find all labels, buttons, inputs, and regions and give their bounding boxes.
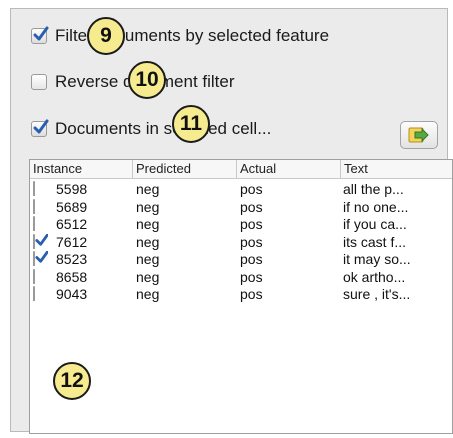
cell-predicted: neg: [136, 233, 160, 250]
table-row[interactable]: 5689 neg pos if no one...: [30, 198, 452, 216]
cell-actual: pos: [240, 198, 263, 215]
table-header: Instance Predicted Actual Text: [30, 160, 452, 179]
checkmark-icon: [33, 26, 49, 41]
checkmark-icon: [35, 233, 48, 246]
cell-instance: 5689: [56, 198, 88, 215]
cell-predicted: neg: [136, 198, 160, 215]
cell-text: all the p...: [343, 181, 404, 197]
cell-text: sure , it's...: [343, 286, 411, 302]
documents-table[interactable]: Instance Predicted Actual Text 5598 neg po…: [29, 159, 453, 434]
cell-actual: pos: [240, 286, 263, 302]
table-row[interactable]: 6512 neg pos if you ca...: [30, 215, 452, 233]
row-checkbox[interactable]: [33, 268, 48, 284]
cell-instance: 9043: [56, 286, 88, 302]
cell-instance: 5598: [56, 181, 88, 197]
cell-predicted: neg: [136, 286, 160, 302]
cell-predicted: neg: [136, 216, 160, 232]
column-header-text[interactable]: Text: [340, 160, 452, 178]
cell-actual: pos: [240, 268, 263, 285]
reverse-filter-checkbox[interactable]: [31, 74, 47, 90]
callout-badge-10: 10: [128, 61, 166, 99]
table-row[interactable]: 9043 neg pos sure , it's...: [30, 285, 452, 303]
filter-by-feature-option[interactable]: Filter documents by selected feature: [31, 26, 329, 46]
cell-instance: 6512: [56, 216, 88, 232]
column-header-actual[interactable]: Actual: [236, 160, 340, 178]
cell-text: its cast f...: [343, 233, 407, 250]
filter-by-feature-checkbox[interactable]: [31, 26, 49, 44]
callout-badge-12: 12: [53, 362, 91, 400]
cell-instance: 7612: [56, 233, 88, 250]
documents-in-cell-checkbox[interactable]: [31, 119, 49, 137]
cell-text: it may so...: [343, 251, 411, 267]
table-row[interactable]: 7612 neg pos its cast f...: [30, 233, 452, 251]
cell-instance: 8658: [56, 268, 88, 285]
row-checkbox[interactable]: [33, 181, 48, 196]
documents-in-cell-label: Documents in selected cell...: [55, 119, 272, 138]
cell-actual: pos: [240, 233, 263, 250]
cell-predicted: neg: [136, 251, 160, 267]
cell-text: if no one...: [343, 198, 409, 215]
export-arrow-icon: [408, 127, 429, 143]
table-row[interactable]: 5598 neg pos all the p...: [30, 180, 452, 198]
column-header-predicted[interactable]: Predicted: [132, 160, 236, 178]
column-header-instance[interactable]: Instance: [30, 160, 132, 178]
cell-predicted: neg: [136, 268, 160, 285]
callout-badge-11: 11: [172, 105, 210, 143]
row-checkbox[interactable]: [33, 198, 48, 214]
cell-actual: pos: [240, 251, 263, 267]
table-row[interactable]: 8658 neg pos ok artho...: [30, 268, 452, 286]
row-checkbox[interactable]: [33, 233, 48, 249]
callout-badge-9: 9: [87, 17, 125, 55]
row-checkbox[interactable]: [33, 286, 48, 301]
row-checkbox[interactable]: [33, 251, 48, 266]
row-checkbox[interactable]: [33, 216, 48, 231]
cell-text: ok artho...: [343, 268, 406, 285]
cell-actual: pos: [240, 181, 263, 197]
cell-actual: pos: [240, 216, 263, 232]
cell-text: if you ca...: [343, 216, 407, 232]
table-row[interactable]: 8523 neg pos it may so...: [30, 250, 452, 268]
export-button[interactable]: [400, 121, 438, 149]
checkmark-icon: [35, 251, 48, 263]
cell-predicted: neg: [136, 181, 160, 197]
cell-instance: 8523: [56, 251, 88, 267]
documents-in-cell-option[interactable]: Documents in selected cell...: [31, 119, 271, 139]
checkmark-icon: [33, 119, 49, 134]
